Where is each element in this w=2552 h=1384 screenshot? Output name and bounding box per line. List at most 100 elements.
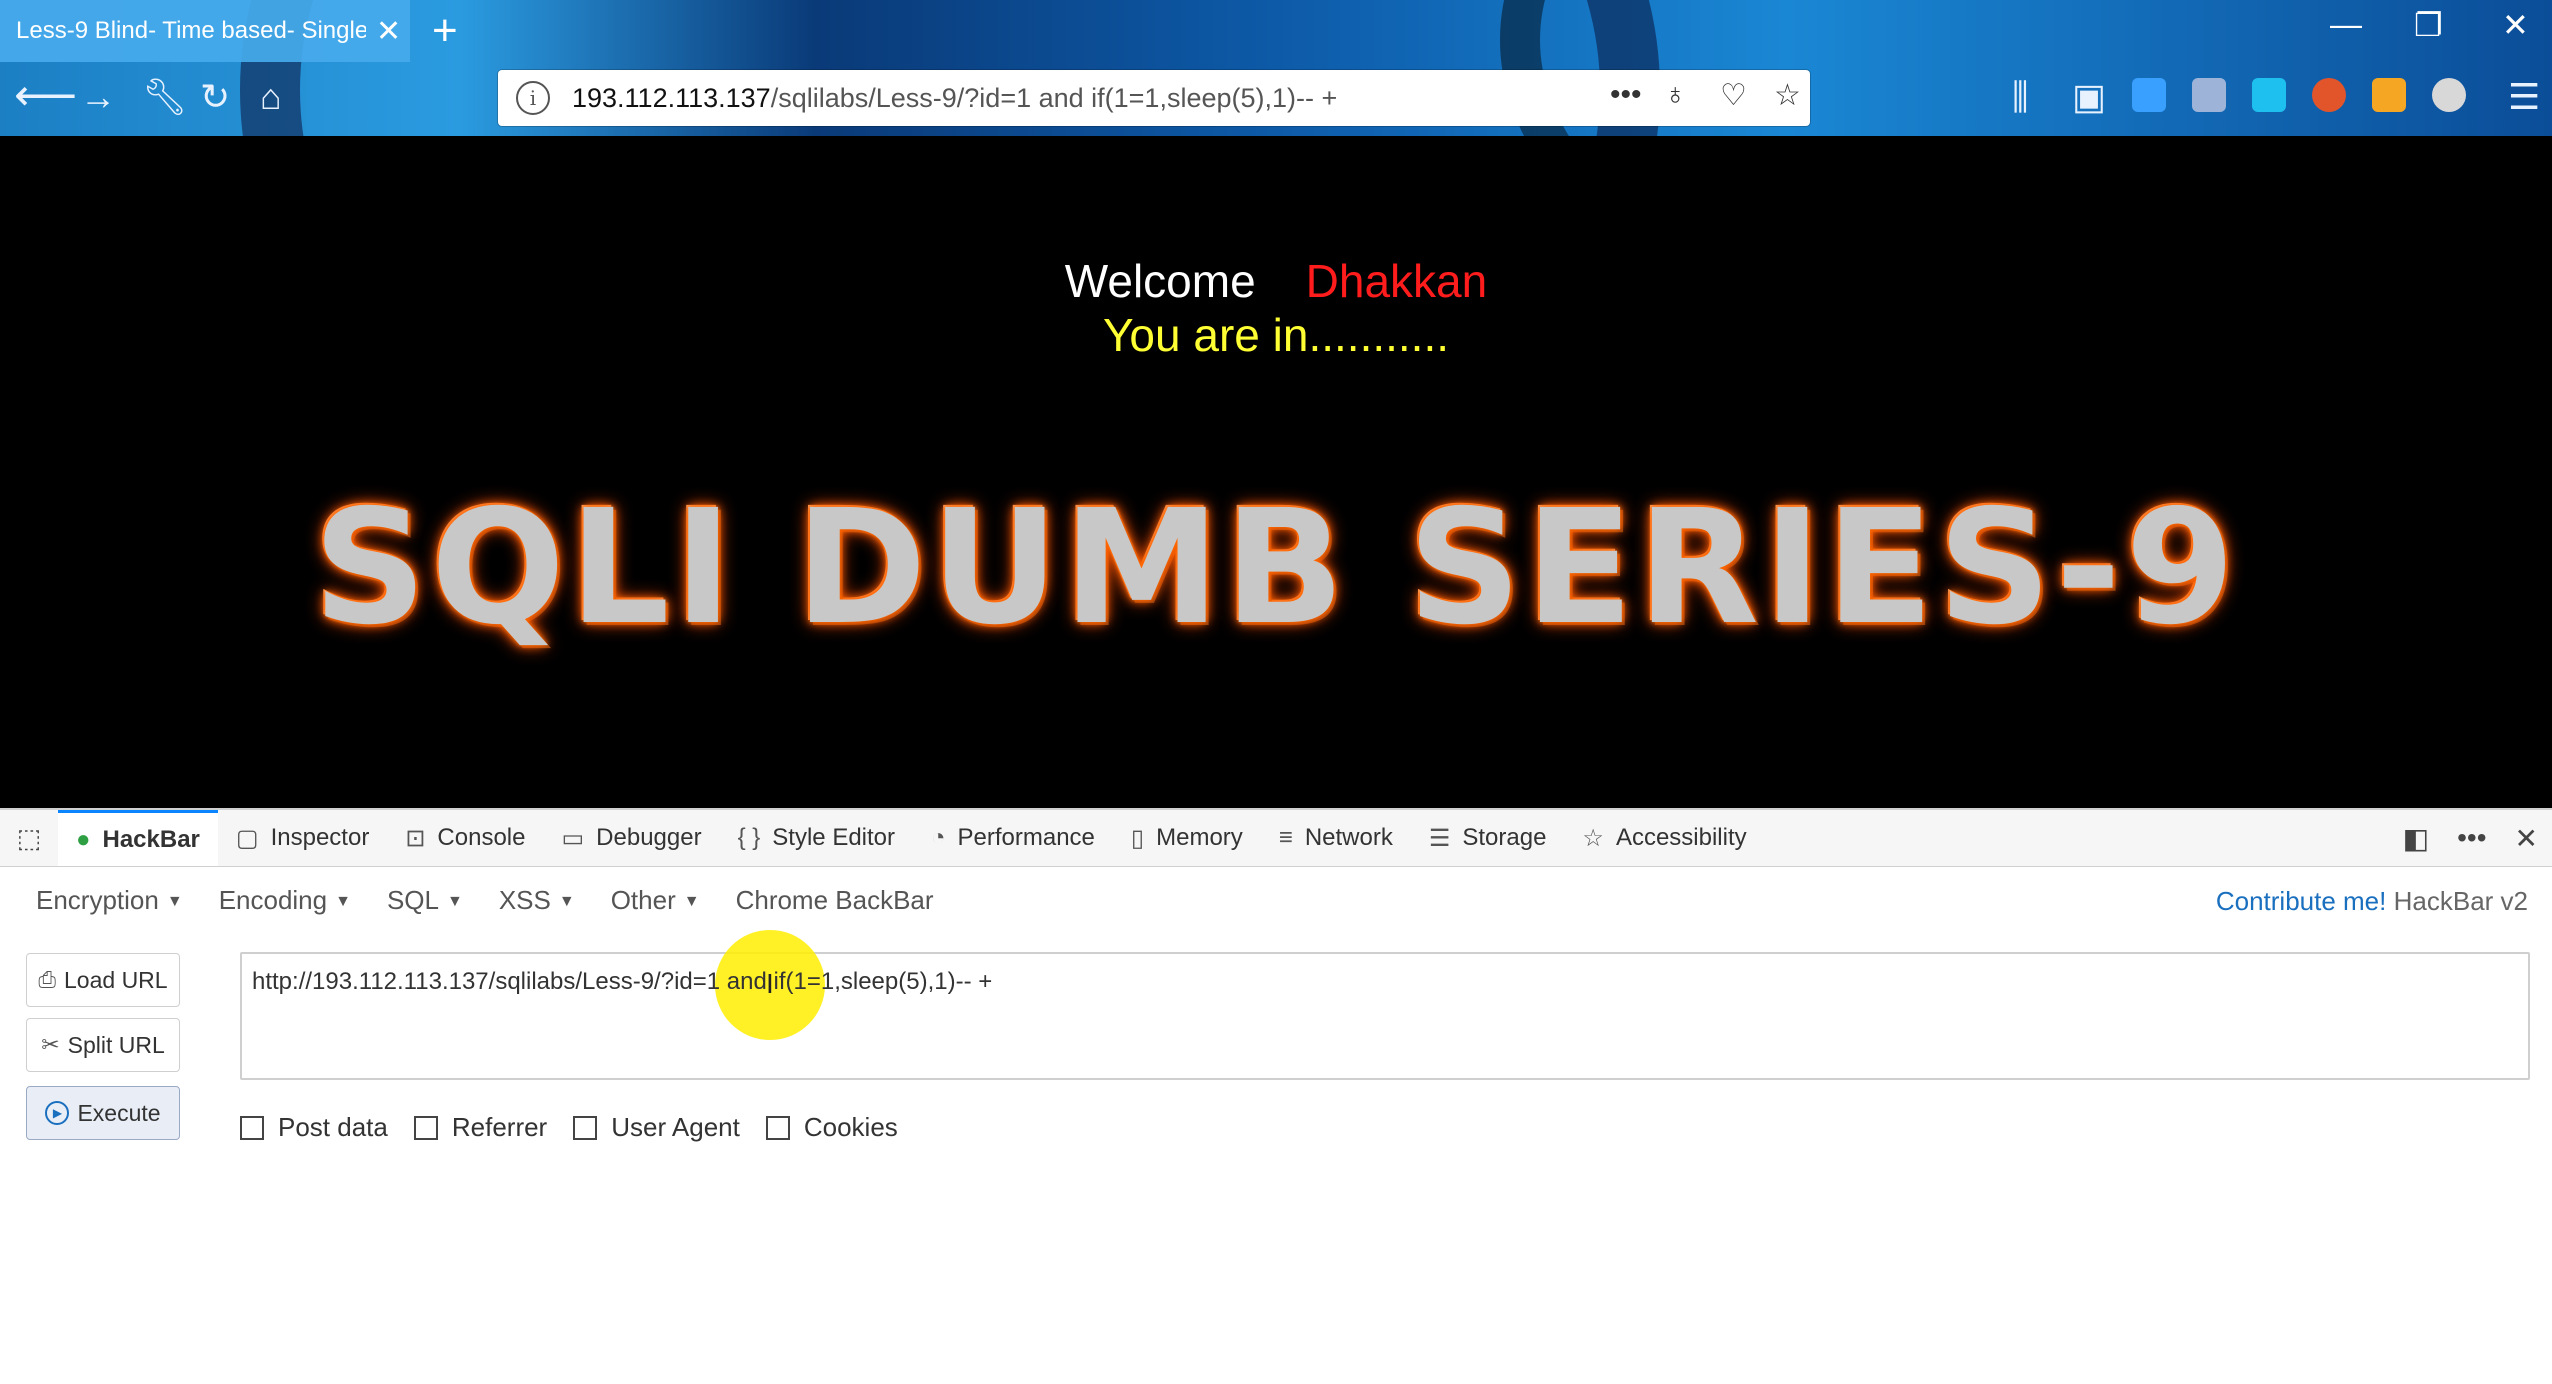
page-content: Welcome Dhakkan You are in........... SQL… <box>0 136 2552 808</box>
menu-label: Encoding <box>218 884 328 915</box>
menu-xss[interactable]: XSS ▼ <box>499 885 575 916</box>
series-banner: SQLI DUMB SERIES-9 <box>312 476 2240 660</box>
chevron-down-icon: ▼ <box>558 892 575 910</box>
referrer-checkbox[interactable]: Referrer <box>413 1112 547 1143</box>
execute-button[interactable]: ▶ Execute <box>26 1086 180 1140</box>
tab-performance[interactable]: ◔ Performance <box>913 810 1113 866</box>
hackbar-menu: Encryption ▼ Encoding ▼ SQL ▼ XSS ▼ Other ▼ C… <box>0 866 2552 934</box>
wrench-icon[interactable]: 🔧︎ <box>142 76 188 118</box>
reload-icon[interactable]: ↻ <box>200 76 230 118</box>
tab-label: Console <box>437 824 526 851</box>
extension-icon[interactable] <box>2192 78 2226 112</box>
post-data-checkbox[interactable]: Post data <box>240 1112 388 1143</box>
minimize-icon[interactable]: — <box>2330 6 2362 43</box>
contribute-area: Contribute me! HackBar v2 <box>2216 886 2528 917</box>
scissors-icon: ✂ <box>41 1032 60 1057</box>
button-label: Split URL <box>67 1031 165 1058</box>
url-textarea-value[interactable]: http://193.112.113.137/sqlilabs/Less-9/?… <box>252 968 992 996</box>
console-icon: ⊡ <box>405 824 426 852</box>
hackbar-options: Post data Referrer User Agent Cookies <box>240 1112 924 1143</box>
forward-icon[interactable]: → <box>80 76 116 118</box>
tab-storage[interactable]: ☰ Storage <box>1411 810 1565 866</box>
storage-icon: ☰ <box>1428 824 1451 852</box>
debugger-icon: ▭ <box>561 824 585 852</box>
address-url[interactable]: 193.112.113.137/sqlilabs/Less-9/?id=1 an… <box>572 83 1337 114</box>
tab-label: Storage <box>1462 824 1547 851</box>
hackbar-icon: ● <box>76 825 91 853</box>
library-icon[interactable]: ⫼ <box>2012 76 2029 119</box>
menu-icon[interactable]: ☰ <box>2508 76 2540 118</box>
tab-accessibility[interactable]: ☆ Accessibility <box>1564 810 1764 866</box>
new-tab-button[interactable]: + <box>432 6 458 56</box>
tab-label: Debugger <box>596 824 702 851</box>
menu-label: SQL <box>386 884 439 915</box>
checkbox-icon <box>573 1115 598 1140</box>
tab-label: Performance <box>957 824 1095 851</box>
chevron-down-icon: ▼ <box>335 892 351 910</box>
lightbulb-icon[interactable]: ♁ <box>1664 78 1687 112</box>
menu-chrome-backbar[interactable]: Chrome BackBar <box>736 885 934 916</box>
tab-memory[interactable]: ▯ Memory <box>1113 810 1261 866</box>
browser-tab[interactable]: Less-9 Blind- Time based- Single ✕ <box>0 0 410 62</box>
address-bar[interactable]: i 193.112.113.137/sqlilabs/Less-9/?id=1 … <box>498 70 1810 126</box>
text-cursor-icon: I <box>766 968 774 999</box>
button-label: Load URL <box>64 966 168 993</box>
reader-view-icon[interactable]: ▣ <box>2072 76 2106 118</box>
ip-extension-icon[interactable] <box>2372 78 2406 112</box>
inspector-icon: ▢ <box>235 824 259 852</box>
back-icon[interactable]: ⟵ <box>14 70 77 121</box>
checkbox-icon <box>413 1115 438 1140</box>
chevron-down-icon: ▼ <box>166 892 183 910</box>
url-path: /sqlilabs/Less-9/?id=1 and if(1=1,sleep(… <box>770 82 1338 113</box>
memory-icon: ▯ <box>1130 824 1145 852</box>
close-window-icon[interactable]: ✕ <box>2502 6 2529 44</box>
menu-other[interactable]: Other ▼ <box>611 885 700 916</box>
tab-debugger[interactable]: ▭ Debugger <box>543 810 719 866</box>
checkbox-icon <box>765 1115 790 1140</box>
tab-label: Inspector <box>270 824 370 851</box>
status-text: You are in........... <box>1102 309 1450 361</box>
checkbox-label: Cookies <box>803 1112 898 1142</box>
accessibility-icon: ☆ <box>1582 824 1604 852</box>
load-icon: ⎙ <box>38 967 57 992</box>
menu-sql[interactable]: SQL ▼ <box>387 885 463 916</box>
tab-console[interactable]: ⊡ Console <box>387 810 543 866</box>
extension-icon[interactable] <box>2132 78 2166 112</box>
tab-inspector[interactable]: ▢ Inspector <box>218 810 387 866</box>
chevron-down-icon: ▼ <box>683 892 700 910</box>
tab-network[interactable]: ≡ Network <box>1261 810 1411 866</box>
cookies-checkbox[interactable]: Cookies <box>765 1112 898 1143</box>
tab-label: Network <box>1304 824 1393 851</box>
user-agent-checkbox[interactable]: User Agent <box>573 1112 740 1143</box>
button-label: Execute <box>77 1099 161 1126</box>
bookmark-star-icon[interactable]: ☆ <box>1774 78 1801 113</box>
menu-encoding[interactable]: Encoding ▼ <box>219 885 351 916</box>
tab-style-editor[interactable]: { } Style Editor <box>720 810 913 866</box>
split-url-button[interactable]: ✂ Split URL <box>26 1018 180 1072</box>
extension-icon[interactable] <box>2252 78 2286 112</box>
dock-side-icon[interactable]: ◧ <box>2403 822 2429 855</box>
extension-icon[interactable] <box>2432 78 2466 112</box>
braces-icon: { } <box>737 824 761 851</box>
page-actions-icon[interactable]: ••• <box>1610 78 1642 112</box>
menu-label: XSS <box>498 884 551 915</box>
browser-chrome: Less-9 Blind- Time based- Single ✕ + — ❐… <box>0 0 2552 136</box>
menu-encryption[interactable]: Encryption ▼ <box>36 885 183 916</box>
devtools-tabbar: ⬚ ● HackBar ▢ Inspector ⊡ Console ▭ Debugger… <box>0 808 2552 867</box>
pocket-icon[interactable]: ♡ <box>1720 78 1747 113</box>
devtools-close-icon[interactable]: ✕ <box>2515 822 2538 855</box>
devtools-menu-icon[interactable]: ••• <box>2457 822 2486 854</box>
tab-label: Style Editor <box>772 824 896 851</box>
load-url-button[interactable]: ⎙ Load URL <box>26 953 180 1007</box>
restore-icon[interactable]: ❐ <box>2414 6 2443 44</box>
tab-label: Memory <box>1156 824 1243 851</box>
performance-icon: ◔ <box>931 824 946 851</box>
extension-icon[interactable] <box>2312 78 2346 112</box>
tab-close-icon[interactable]: ✕ <box>376 14 401 49</box>
site-info-icon[interactable]: i <box>516 81 550 115</box>
devtools-controls: ◧ ••• ✕ <box>2389 810 2552 866</box>
tab-hackbar[interactable]: ● HackBar <box>58 810 218 866</box>
contribute-link[interactable]: Contribute me! <box>2216 886 2387 916</box>
home-icon[interactable]: ⌂ <box>260 76 282 118</box>
element-picker-icon[interactable]: ⬚ <box>0 823 58 854</box>
